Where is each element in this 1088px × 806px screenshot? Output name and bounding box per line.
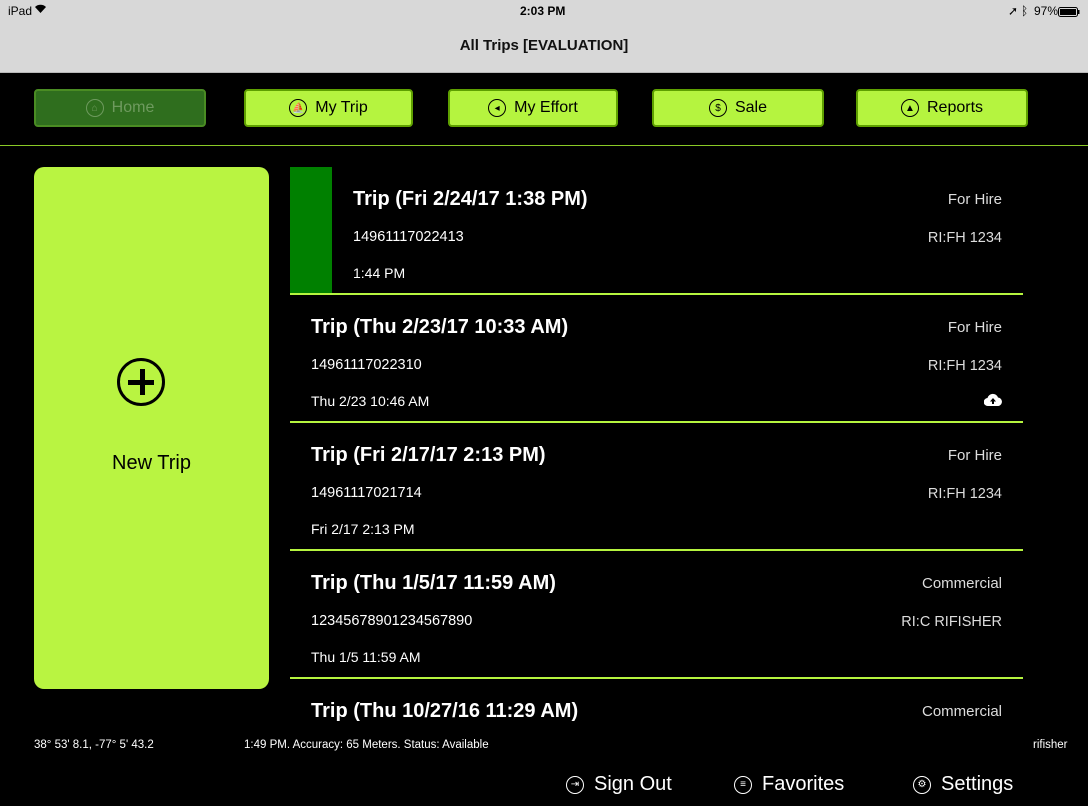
home-button[interactable]: ⌂ Home	[34, 89, 206, 127]
device-label: iPad	[8, 4, 33, 18]
trip-row[interactable]: Trip (Fri 2/24/17 1:38 PM) 1496111702241…	[290, 167, 1023, 295]
home-button-label: Home	[111, 99, 155, 116]
reports-button-label: Reports	[926, 99, 984, 116]
location-icon: ➚	[1008, 4, 1019, 18]
my-trip-button[interactable]: ⛵ My Trip	[244, 89, 413, 127]
favorites-label: Favorites	[762, 773, 845, 795]
battery-percent: 97%	[1034, 4, 1059, 18]
my-effort-button[interactable]: ◂ My Effort	[448, 89, 618, 127]
title-bar: All Trips [EVALUATION]	[0, 22, 1088, 73]
trip-id: 12345678901234567890	[311, 613, 473, 629]
selected-indicator	[290, 167, 332, 293]
sign-out-icon: ⇥	[566, 775, 584, 794]
trip-title: Trip (Thu 10/27/16 11:29 AM)	[311, 700, 579, 722]
trip-permit: RI:FH 1234	[927, 486, 1002, 502]
gear-icon: ⚙	[913, 775, 931, 794]
favorites-button[interactable]: ≡ Favorites	[734, 773, 844, 796]
trip-title: Trip (Fri 2/17/17 2:13 PM)	[311, 444, 546, 466]
trip-row[interactable]: Trip (Fri 2/17/17 2:13 PM) 1496111702171…	[290, 423, 1023, 551]
trip-time: 1:44 PM	[353, 265, 406, 281]
sign-out-button[interactable]: ⇥ Sign Out	[566, 773, 672, 796]
wifi-icon	[34, 3, 47, 17]
bottom-bar: ⇥ Sign Out ≡ Favorites ⚙ Settings	[0, 766, 1088, 806]
trip-row[interactable]: Trip (Thu 10/27/16 11:29 AM) Commercial	[290, 679, 1023, 722]
status-bar: iPad 2:03 PM ➚ ᛒ 97%	[0, 0, 1088, 22]
gps-status-bar: 38° 53' 8.1, -77° 5' 43.2 1:49 PM. Accur…	[0, 736, 1088, 756]
sale-button[interactable]: $ Sale	[652, 89, 824, 127]
trip-title: Trip (Fri 2/24/17 1:38 PM)	[353, 188, 588, 210]
trip-permit: RI:FH 1234	[927, 230, 1002, 246]
battery-icon	[1058, 6, 1080, 20]
sale-button-label: Sale	[734, 99, 768, 116]
clock: 2:03 PM	[520, 4, 566, 18]
gps-coordinates: 38° 53' 8.1, -77° 5' 43.2	[34, 739, 154, 751]
my-effort-button-label: My Effort	[514, 99, 578, 116]
trip-row[interactable]: Trip (Thu 2/23/17 10:33 AM) 149611170223…	[290, 295, 1023, 423]
trip-id: 14961117022310	[311, 357, 422, 373]
trip-list[interactable]: Trip (Fri 2/24/17 1:38 PM) 1496111702241…	[290, 167, 1023, 722]
tag-icon: $	[708, 99, 727, 117]
boat-icon: ⛵	[289, 99, 308, 117]
trip-id: 14961117021714	[311, 485, 422, 501]
my-trip-button-label: My Trip	[315, 99, 368, 116]
trip-title: Trip (Thu 1/5/17 11:59 AM)	[311, 572, 556, 594]
reports-button[interactable]: ▲ Reports	[856, 89, 1028, 127]
trip-type: For Hire	[947, 191, 1002, 208]
trip-id: 14961117022413	[353, 229, 464, 245]
favorites-icon: ≡	[734, 775, 752, 794]
plus-circle-icon	[117, 358, 165, 406]
home-icon: ⌂	[85, 99, 104, 117]
trip-type: For Hire	[947, 319, 1002, 336]
sign-out-label: Sign Out	[594, 773, 672, 795]
cloud-upload-icon	[984, 393, 1002, 407]
gps-status: 1:49 PM. Accuracy: 65 Meters. Status: Av…	[244, 739, 489, 751]
trip-time: Thu 2/23 10:46 AM	[311, 393, 430, 409]
page-title: All Trips [EVALUATION]	[459, 37, 629, 54]
username: rifisher	[1033, 739, 1068, 751]
trip-permit: RI:FH 1234	[927, 358, 1002, 374]
trip-type: Commercial	[921, 575, 1002, 592]
fish-icon: ◂	[488, 99, 507, 117]
settings-label: Settings	[941, 773, 1014, 795]
trip-type: For Hire	[947, 447, 1002, 464]
settings-button[interactable]: ⚙ Settings	[913, 773, 1013, 796]
trip-permit: RI:C RIFISHER	[901, 614, 1002, 630]
trip-time: Fri 2/17 2:13 PM	[311, 521, 415, 537]
upload-icon: ▲	[900, 99, 919, 117]
top-nav: ⌂ Home ⛵ My Trip ◂ My Effort $ Sale ▲ Re…	[0, 73, 1088, 146]
trip-title: Trip (Thu 2/23/17 10:33 AM)	[311, 316, 569, 338]
new-trip-button[interactable]: New Trip	[34, 167, 269, 689]
trip-type: Commercial	[921, 703, 1002, 720]
bluetooth-icon: ᛒ	[1021, 4, 1029, 18]
new-trip-label: New Trip	[112, 452, 191, 474]
trip-time: Thu 1/5 11:59 AM	[311, 649, 421, 665]
trip-row[interactable]: Trip (Thu 1/5/17 11:59 AM) 1234567890123…	[290, 551, 1023, 679]
